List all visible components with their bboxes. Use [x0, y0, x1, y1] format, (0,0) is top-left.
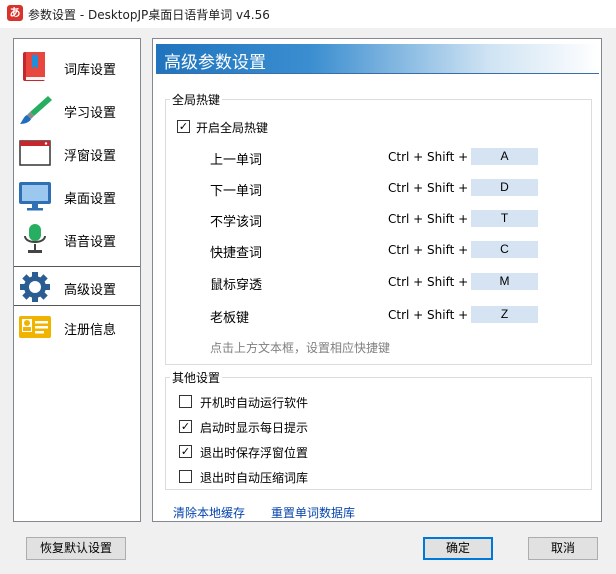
hotkey-label-prev-word: 上一单词: [210, 153, 263, 168]
sidebar: 词库设置 学习设置 浮窗设置 桌面设置 语音设置 高级设置 注册信息: [13, 38, 141, 522]
daily-tip-label: 启动时显示每日提示: [200, 421, 309, 435]
sidebar-item-voice[interactable]: 语音设置: [14, 219, 140, 259]
other-settings-legend: 其他设置: [170, 369, 223, 386]
sidebar-item-label: 高级设置: [64, 283, 117, 298]
sidebar-item-label: 语音设置: [64, 235, 117, 250]
sidebar-item-dictionary[interactable]: 词库设置: [14, 47, 140, 87]
hotkey-label-skip-word: 不学该词: [210, 215, 263, 230]
autostart-label: 开机时自动运行软件: [200, 396, 309, 410]
book-icon: [23, 52, 45, 81]
sidebar-item-floating-window[interactable]: 浮窗设置: [14, 133, 140, 173]
gear-icon: [20, 272, 50, 302]
monitor-icon: [19, 182, 51, 211]
hotkeys-group-legend: 全局热键: [170, 91, 223, 108]
compress-dictionary-label: 退出时自动压缩词库: [200, 471, 309, 485]
window-icon: [19, 140, 51, 166]
settings-panel: 高级参数设置 全局热键 ✓ 开启全局热键 上一单词 Ctrl + Shift +…: [152, 38, 602, 522]
hotkey-label-quick-lookup: 快捷查词: [210, 246, 263, 261]
hotkeys-group: 全局热键 ✓ 开启全局热键 上一单词 Ctrl + Shift + A 下一单词…: [165, 91, 592, 365]
autostart-checkbox[interactable]: [179, 395, 192, 408]
hotkey-modifier: Ctrl + Shift +: [388, 243, 469, 257]
save-window-position-label: 退出时保存浮窗位置: [200, 446, 309, 460]
ok-button[interactable]: 确定: [423, 537, 493, 560]
hotkey-label-mouse-passthrough: 鼠标穿透: [210, 278, 263, 293]
sidebar-item-advanced[interactable]: 高级设置: [14, 266, 140, 306]
reset-database-link[interactable]: 重置单词数据库: [271, 504, 355, 521]
microphone-icon: [24, 224, 46, 253]
hotkey-input-boss-key[interactable]: Z: [471, 306, 538, 323]
restore-defaults-button[interactable]: 恢复默认设置: [26, 537, 126, 560]
sidebar-item-study[interactable]: 学习设置: [14, 90, 140, 130]
hotkey-modifier: Ctrl + Shift +: [388, 275, 469, 289]
sidebar-item-desktop[interactable]: 桌面设置: [14, 176, 140, 216]
hotkey-hint: 点击上方文本框，设置相应快捷键: [210, 341, 391, 355]
enable-hotkeys-checkbox[interactable]: ✓: [177, 120, 190, 133]
hotkey-modifier: Ctrl + Shift +: [388, 212, 469, 226]
daily-tip-checkbox[interactable]: ✓: [179, 420, 192, 433]
sidebar-item-label: 词库设置: [64, 63, 117, 78]
sidebar-item-registration[interactable]: 注册信息: [14, 307, 140, 347]
panel-title: 高级参数设置: [164, 53, 266, 73]
panel-header: 高级参数设置: [156, 44, 599, 74]
sidebar-item-label: 注册信息: [64, 323, 117, 338]
sidebar-item-label: 学习设置: [64, 106, 117, 121]
other-settings-group: 其他设置 开机时自动运行软件 ✓ 启动时显示每日提示 ✓ 退出时保存浮窗位置 退…: [165, 369, 592, 490]
hotkey-input-quick-lookup[interactable]: C: [471, 241, 538, 258]
hotkey-modifier: Ctrl + Shift +: [388, 308, 469, 322]
cancel-button[interactable]: 取消: [528, 537, 598, 560]
id-card-icon: [19, 316, 51, 338]
paintbrush-icon: [20, 96, 52, 124]
hotkey-label-boss-key: 老板键: [210, 311, 250, 326]
sidebar-item-label: 浮窗设置: [64, 149, 117, 164]
clear-cache-link[interactable]: 清除本地缓存: [173, 504, 245, 521]
hotkey-input-prev-word[interactable]: A: [471, 148, 538, 165]
hotkey-label-next-word: 下一单词: [210, 184, 263, 199]
enable-hotkeys-label: 开启全局热键: [196, 121, 269, 135]
sidebar-item-label: 桌面设置: [64, 192, 117, 207]
save-window-position-checkbox[interactable]: ✓: [179, 445, 192, 458]
hotkey-modifier: Ctrl + Shift +: [388, 181, 469, 195]
window-title: 参数设置 - DesktopJP桌面日语背单词 v4.56: [28, 8, 270, 22]
title-bar: あ 参数设置 - DesktopJP桌面日语背单词 v4.56: [0, 0, 616, 28]
hotkey-input-skip-word[interactable]: T: [471, 210, 538, 227]
hotkey-input-mouse-passthrough[interactable]: M: [471, 273, 538, 290]
hotkey-input-next-word[interactable]: D: [471, 179, 538, 196]
compress-dictionary-checkbox[interactable]: [179, 470, 192, 483]
app-icon: あ: [7, 5, 23, 21]
hotkey-modifier: Ctrl + Shift +: [388, 150, 469, 164]
